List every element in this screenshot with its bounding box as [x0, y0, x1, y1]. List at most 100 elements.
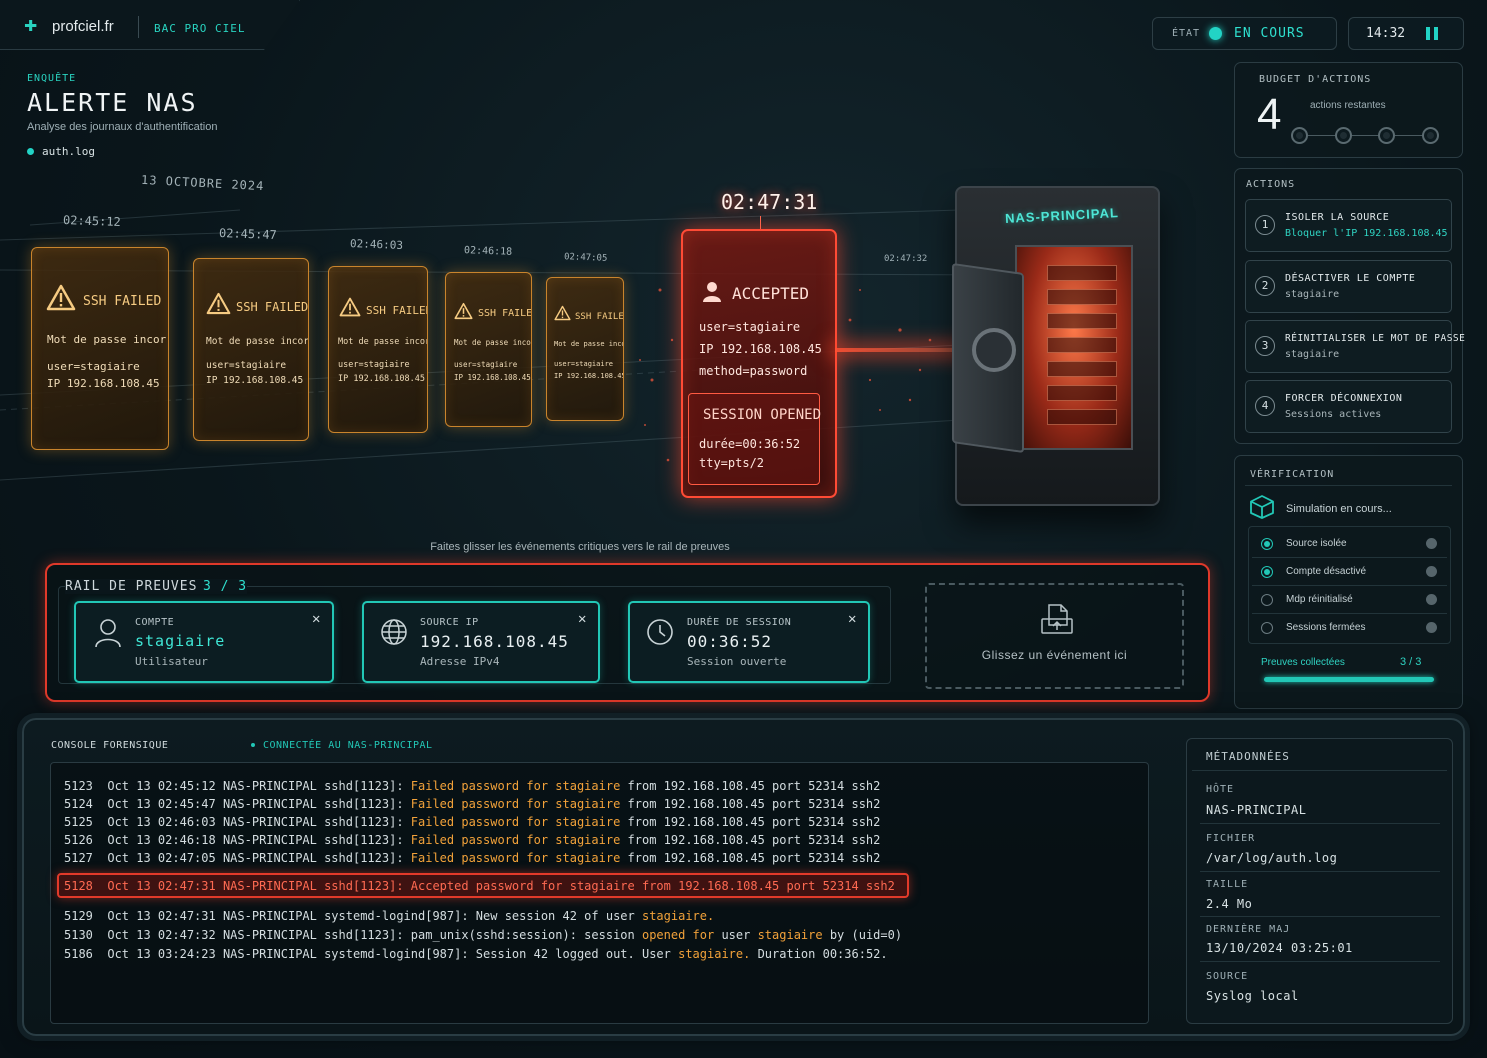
- close-icon[interactable]: ✕: [848, 611, 856, 627]
- radio-icon: [1261, 566, 1273, 578]
- action-sub: stagiaire: [1285, 349, 1340, 360]
- user-icon: [95, 619, 121, 648]
- budget-token: [1378, 127, 1395, 144]
- event-card-failed[interactable]: SSH FAILED Mot de passe incorrect user=s…: [193, 258, 309, 441]
- log-line[interactable]: 5186 Oct 13 03:24:23 NAS-PRINCIPAL syste…: [64, 947, 888, 961]
- brand-name[interactable]: profciel.fr: [52, 18, 114, 35]
- event-reason: Mot de passe incorrect: [454, 338, 531, 347]
- page-subtitle: Analyse des journaux d'authentification: [27, 121, 218, 133]
- pause-icon[interactable]: [1426, 27, 1438, 40]
- event-card-failed[interactable]: SSH FAILED Mot de passe incorrect user=s…: [546, 277, 624, 421]
- time-tick: [760, 216, 761, 230]
- event-user: user=stagiaire: [454, 360, 518, 369]
- event-time: 02:46:03: [349, 237, 404, 252]
- event-ip: IP 192.168.108.45: [206, 375, 304, 386]
- page-title: ALERTE NAS: [27, 88, 198, 117]
- meta-file: /var/log/auth.log: [1206, 851, 1338, 865]
- event-title: SSH FAILED: [236, 300, 309, 314]
- check-item: Mdp réinitialisé: [1286, 594, 1353, 605]
- accepted-time: 02:47:31: [721, 190, 818, 214]
- session-tty: tty=pts/2: [699, 456, 765, 470]
- meta-key: SOURCE: [1206, 971, 1249, 982]
- budget-title: BUDGET D'ACTIONS: [1259, 74, 1372, 85]
- close-icon[interactable]: ✕: [312, 611, 320, 627]
- budget-count: 4: [1257, 90, 1282, 139]
- evidence-progress-count: 3 / 3: [1400, 656, 1422, 668]
- evidence-value: stagiaire: [135, 632, 226, 650]
- log-line[interactable]: 5129 Oct 13 02:47:31 NAS-PRINCIPAL syste…: [64, 909, 714, 923]
- check-item: Compte désactivé: [1286, 566, 1367, 577]
- verification-title: VÉRIFICATION: [1250, 469, 1335, 480]
- event-reason: Mot de passe incorrect: [206, 336, 309, 347]
- action-title: FORCER DÉCONNEXION: [1285, 393, 1403, 404]
- log-line-accepted: 5128 Oct 13 02:47:31 NAS-PRINCIPAL sshd[…: [64, 879, 895, 893]
- evidence-drop-zone[interactable]: [925, 583, 1184, 689]
- meta-host: NAS-PRINCIPAL: [1206, 803, 1307, 817]
- warning-icon: [206, 292, 231, 315]
- action-force-logout[interactable]: [1245, 380, 1452, 433]
- accepted-method: method=password: [699, 364, 808, 378]
- state-value: EN COURS: [1234, 26, 1305, 41]
- log-line[interactable]: 5125 Oct 13 02:46:03 NAS-PRINCIPAL sshd[…: [64, 815, 880, 829]
- event-time: 02:45:12: [62, 212, 122, 230]
- event-title: SSH FAILED: [575, 312, 624, 322]
- file-dot-icon: [27, 148, 34, 155]
- meta-key: DERNIÈRE MAJ: [1206, 924, 1291, 935]
- budget-token: [1422, 127, 1439, 144]
- log-line[interactable]: 5130 Oct 13 02:47:32 NAS-PRINCIPAL sshd[…: [64, 928, 902, 942]
- action-disable-account[interactable]: [1245, 260, 1452, 313]
- log-line[interactable]: 5124 Oct 13 02:45:47 NAS-PRINCIPAL sshd[…: [64, 797, 880, 811]
- action-number: 3: [1255, 336, 1275, 356]
- action-sub: Bloquer l'IP 192.168.108.45: [1285, 228, 1448, 239]
- event-ip: IP 192.168.108.45: [454, 373, 531, 382]
- warning-icon: [454, 302, 473, 320]
- event-title: SSH FAILED: [366, 304, 428, 317]
- state-label: ÉTAT: [1172, 28, 1201, 39]
- event-ip: IP 192.168.108.45: [47, 377, 160, 390]
- event-card-failed[interactable]: SSH FAILED Mot de passe incorrect user=s…: [31, 247, 169, 450]
- evidence-label: SOURCE IP: [420, 617, 479, 628]
- action-sub: Sessions actives: [1285, 409, 1382, 420]
- log-line[interactable]: 5126 Oct 13 02:46:18 NAS-PRINCIPAL sshd[…: [64, 833, 880, 847]
- cube-icon: [1250, 495, 1274, 519]
- event-card-failed[interactable]: SSH FAILED Mot de passe incorrect user=s…: [328, 266, 428, 433]
- evidence-sub: Session ouverte: [687, 655, 787, 668]
- log-line[interactable]: 5123 Oct 13 02:45:12 NAS-PRINCIPAL sshd[…: [64, 779, 880, 793]
- meta-updated: 13/10/2024 03:25:01: [1206, 941, 1353, 955]
- evidence-label: DURÉE DE SESSION: [687, 617, 792, 628]
- warning-icon: [339, 297, 361, 317]
- evidence-progress-fill: [1264, 677, 1434, 682]
- meta-size: 2.4 Mo: [1206, 897, 1253, 911]
- connected-dot-icon: [251, 743, 255, 747]
- event-user: user=stagiaire: [47, 360, 140, 373]
- verification-status: Simulation en cours...: [1286, 503, 1392, 515]
- action-title: ISOLER LA SOURCE: [1285, 212, 1390, 223]
- divider: [138, 16, 139, 38]
- status-dot-icon: [1426, 622, 1437, 633]
- evidence-value: 00:36:52: [687, 632, 773, 651]
- event-ip: IP 192.168.108.45: [554, 372, 624, 380]
- event-card-failed[interactable]: SSH FAILED Mot de passe incorrect user=s…: [445, 272, 532, 427]
- action-isolate-source[interactable]: [1245, 199, 1452, 252]
- action-number: 1: [1255, 215, 1275, 235]
- radio-checked-icon: [1261, 538, 1273, 550]
- close-icon[interactable]: ✕: [578, 611, 586, 627]
- console-status: CONNECTÉE AU NAS-PRINCIPAL: [263, 740, 433, 751]
- action-reset-password[interactable]: [1245, 320, 1452, 373]
- log-line[interactable]: 5127 Oct 13 02:47:05 NAS-PRINCIPAL sshd[…: [64, 851, 880, 865]
- event-ip: IP 192.168.108.45: [338, 374, 425, 384]
- event-reason: Mot de passe incorrect: [47, 333, 168, 346]
- event-title: SSH FAILED: [478, 308, 532, 319]
- evidence-value: 192.168.108.45: [420, 632, 569, 651]
- beam-time: 02:47:32: [884, 254, 928, 264]
- event-user: user=stagiaire: [338, 360, 410, 370]
- meta-source: Syslog local: [1206, 989, 1299, 1003]
- budget-token: [1291, 127, 1308, 144]
- nas-interior: [1015, 245, 1133, 450]
- budget-token: [1335, 127, 1352, 144]
- action-sub: stagiaire: [1285, 289, 1340, 300]
- evidence-progress-label: Preuves collectées: [1261, 657, 1345, 668]
- clock-icon: [647, 619, 673, 645]
- meta-key: HÔTE: [1206, 784, 1235, 795]
- event-time: 02:47:05: [563, 252, 608, 264]
